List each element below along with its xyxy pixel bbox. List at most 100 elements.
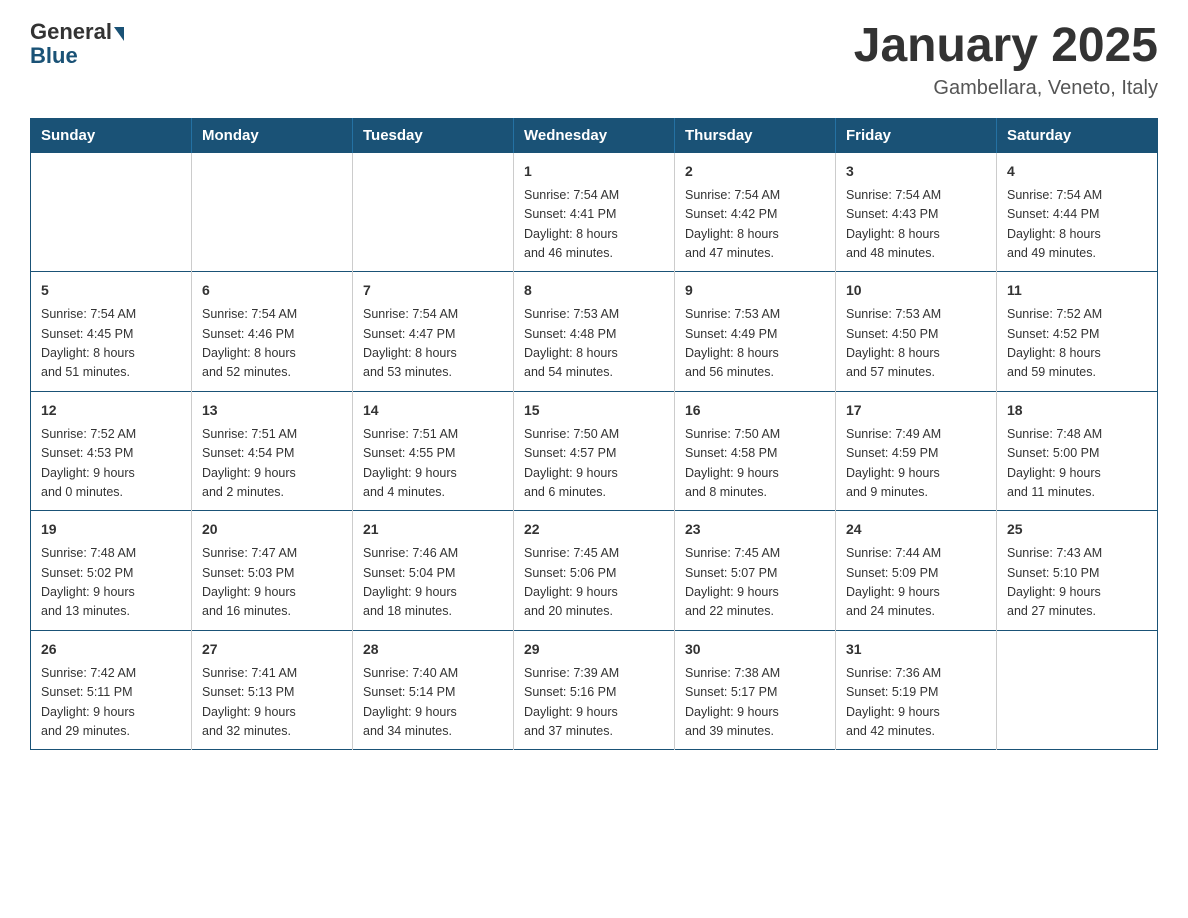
day-info: Sunrise: 7:54 AM Sunset: 4:43 PM Dayligh… xyxy=(846,186,986,264)
day-info: Sunrise: 7:53 AM Sunset: 4:48 PM Dayligh… xyxy=(524,305,664,383)
calendar-cell: 19Sunrise: 7:48 AM Sunset: 5:02 PM Dayli… xyxy=(31,511,192,631)
main-title: January 2025 xyxy=(854,20,1158,73)
day-info: Sunrise: 7:53 AM Sunset: 4:50 PM Dayligh… xyxy=(846,305,986,383)
calendar-cell xyxy=(353,152,514,272)
day-number: 17 xyxy=(846,400,986,421)
header: General Blue January 2025 Gambellara, Ve… xyxy=(30,20,1158,100)
calendar-week-4: 19Sunrise: 7:48 AM Sunset: 5:02 PM Dayli… xyxy=(31,511,1158,631)
day-number: 21 xyxy=(363,519,503,540)
day-info: Sunrise: 7:46 AM Sunset: 5:04 PM Dayligh… xyxy=(363,544,503,622)
calendar-cell: 31Sunrise: 7:36 AM Sunset: 5:19 PM Dayli… xyxy=(836,630,997,750)
day-number: 9 xyxy=(685,280,825,301)
calendar-cell: 24Sunrise: 7:44 AM Sunset: 5:09 PM Dayli… xyxy=(836,511,997,631)
day-number: 18 xyxy=(1007,400,1147,421)
logo-general-text: General xyxy=(30,20,112,44)
day-number: 26 xyxy=(41,639,181,660)
calendar-cell: 3 Sunrise: 7:54 AM Sunset: 4:43 PM Daylig… xyxy=(836,152,997,272)
day-number: 2 xyxy=(685,161,825,182)
calendar-header-tuesday: Tuesday xyxy=(353,118,514,152)
calendar-week-5: 26 Sunrise: 7:42 AM Sunset: 5:11 PM Dayli… xyxy=(31,630,1158,750)
calendar-cell: 26 Sunrise: 7:42 AM Sunset: 5:11 PM Dayli… xyxy=(31,630,192,750)
logo: General Blue xyxy=(30,20,126,68)
calendar-cell: 16 Sunrise: 7:50 AM Sunset: 4:58 PM Dayli… xyxy=(675,391,836,511)
calendar-header-sunday: Sunday xyxy=(31,118,192,152)
day-number: 10 xyxy=(846,280,986,301)
calendar-body: 1 Sunrise: 7:54 AM Sunset: 4:41 PM Daylig… xyxy=(31,152,1158,750)
day-info: Sunrise: 7:51 AM Sunset: 4:55 PM Dayligh… xyxy=(363,425,503,503)
day-number: 23 xyxy=(685,519,825,540)
calendar-cell: 27 Sunrise: 7:41 AM Sunset: 5:13 PM Dayli… xyxy=(192,630,353,750)
day-info: Sunrise: 7:40 AM Sunset: 5:14 PM Dayligh… xyxy=(363,664,503,742)
calendar-cell: 1 Sunrise: 7:54 AM Sunset: 4:41 PM Daylig… xyxy=(514,152,675,272)
calendar-cell: 22Sunrise: 7:45 AM Sunset: 5:06 PM Dayli… xyxy=(514,511,675,631)
subtitle: Gambellara, Veneto, Italy xyxy=(854,77,1158,100)
day-number: 12 xyxy=(41,400,181,421)
day-info: Sunrise: 7:54 AM Sunset: 4:44 PM Dayligh… xyxy=(1007,186,1147,264)
day-number: 6 xyxy=(202,280,342,301)
day-number: 19 xyxy=(41,519,181,540)
calendar-cell: 28 Sunrise: 7:40 AM Sunset: 5:14 PM Dayli… xyxy=(353,630,514,750)
day-number: 7 xyxy=(363,280,503,301)
day-number: 8 xyxy=(524,280,664,301)
calendar-cell: 9 Sunrise: 7:53 AM Sunset: 4:49 PM Daylig… xyxy=(675,272,836,392)
calendar-cell: 4 Sunrise: 7:54 AM Sunset: 4:44 PM Daylig… xyxy=(997,152,1158,272)
logo-arrow-icon xyxy=(114,27,124,41)
calendar-cell: 15Sunrise: 7:50 AM Sunset: 4:57 PM Dayli… xyxy=(514,391,675,511)
day-number: 25 xyxy=(1007,519,1147,540)
calendar-cell: 21 Sunrise: 7:46 AM Sunset: 5:04 PM Dayli… xyxy=(353,511,514,631)
day-info: Sunrise: 7:49 AM Sunset: 4:59 PM Dayligh… xyxy=(846,425,986,503)
day-info: Sunrise: 7:53 AM Sunset: 4:49 PM Dayligh… xyxy=(685,305,825,383)
day-info: Sunrise: 7:42 AM Sunset: 5:11 PM Dayligh… xyxy=(41,664,181,742)
day-info: Sunrise: 7:52 AM Sunset: 4:53 PM Dayligh… xyxy=(41,425,181,503)
day-info: Sunrise: 7:45 AM Sunset: 5:07 PM Dayligh… xyxy=(685,544,825,622)
calendar-header-friday: Friday xyxy=(836,118,997,152)
calendar-cell: 29Sunrise: 7:39 AM Sunset: 5:16 PM Dayli… xyxy=(514,630,675,750)
calendar-cell: 10 Sunrise: 7:53 AM Sunset: 4:50 PM Dayli… xyxy=(836,272,997,392)
day-info: Sunrise: 7:43 AM Sunset: 5:10 PM Dayligh… xyxy=(1007,544,1147,622)
title-block: January 2025 Gambellara, Veneto, Italy xyxy=(854,20,1158,100)
day-number: 31 xyxy=(846,639,986,660)
day-info: Sunrise: 7:48 AM Sunset: 5:00 PM Dayligh… xyxy=(1007,425,1147,503)
calendar-week-1: 1 Sunrise: 7:54 AM Sunset: 4:41 PM Daylig… xyxy=(31,152,1158,272)
day-number: 13 xyxy=(202,400,342,421)
calendar-cell: 7 Sunrise: 7:54 AM Sunset: 4:47 PM Daylig… xyxy=(353,272,514,392)
day-number: 15 xyxy=(524,400,664,421)
calendar-cell: 6 Sunrise: 7:54 AM Sunset: 4:46 PM Daylig… xyxy=(192,272,353,392)
calendar-week-3: 12 Sunrise: 7:52 AM Sunset: 4:53 PM Dayli… xyxy=(31,391,1158,511)
day-number: 1 xyxy=(524,161,664,182)
day-number: 16 xyxy=(685,400,825,421)
day-info: Sunrise: 7:54 AM Sunset: 4:41 PM Dayligh… xyxy=(524,186,664,264)
calendar-header-saturday: Saturday xyxy=(997,118,1158,152)
day-info: Sunrise: 7:41 AM Sunset: 5:13 PM Dayligh… xyxy=(202,664,342,742)
calendar-header-wednesday: Wednesday xyxy=(514,118,675,152)
day-info: Sunrise: 7:54 AM Sunset: 4:46 PM Dayligh… xyxy=(202,305,342,383)
calendar-cell: 14Sunrise: 7:51 AM Sunset: 4:55 PM Dayli… xyxy=(353,391,514,511)
day-number: 20 xyxy=(202,519,342,540)
calendar-cell: 20Sunrise: 7:47 AM Sunset: 5:03 PM Dayli… xyxy=(192,511,353,631)
day-info: Sunrise: 7:50 AM Sunset: 4:58 PM Dayligh… xyxy=(685,425,825,503)
calendar-cell: 11Sunrise: 7:52 AM Sunset: 4:52 PM Dayli… xyxy=(997,272,1158,392)
logo-blue-text: Blue xyxy=(30,44,126,68)
day-info: Sunrise: 7:54 AM Sunset: 4:47 PM Dayligh… xyxy=(363,305,503,383)
calendar-cell: 25 Sunrise: 7:43 AM Sunset: 5:10 PM Dayli… xyxy=(997,511,1158,631)
calendar-cell: 8 Sunrise: 7:53 AM Sunset: 4:48 PM Daylig… xyxy=(514,272,675,392)
calendar-cell xyxy=(997,630,1158,750)
calendar-cell xyxy=(31,152,192,272)
day-info: Sunrise: 7:44 AM Sunset: 5:09 PM Dayligh… xyxy=(846,544,986,622)
calendar-table: SundayMondayTuesdayWednesdayThursdayFrid… xyxy=(30,118,1158,751)
day-number: 4 xyxy=(1007,161,1147,182)
day-info: Sunrise: 7:52 AM Sunset: 4:52 PM Dayligh… xyxy=(1007,305,1147,383)
day-number: 27 xyxy=(202,639,342,660)
calendar-header: SundayMondayTuesdayWednesdayThursdayFrid… xyxy=(31,118,1158,152)
day-number: 5 xyxy=(41,280,181,301)
day-number: 3 xyxy=(846,161,986,182)
day-info: Sunrise: 7:54 AM Sunset: 4:42 PM Dayligh… xyxy=(685,186,825,264)
calendar-cell: 13 Sunrise: 7:51 AM Sunset: 4:54 PM Dayli… xyxy=(192,391,353,511)
calendar-cell: 30Sunrise: 7:38 AM Sunset: 5:17 PM Dayli… xyxy=(675,630,836,750)
calendar-cell: 23 Sunrise: 7:45 AM Sunset: 5:07 PM Dayli… xyxy=(675,511,836,631)
day-info: Sunrise: 7:45 AM Sunset: 5:06 PM Dayligh… xyxy=(524,544,664,622)
day-number: 28 xyxy=(363,639,503,660)
day-info: Sunrise: 7:51 AM Sunset: 4:54 PM Dayligh… xyxy=(202,425,342,503)
calendar-week-2: 5Sunrise: 7:54 AM Sunset: 4:45 PM Daylig… xyxy=(31,272,1158,392)
day-info: Sunrise: 7:39 AM Sunset: 5:16 PM Dayligh… xyxy=(524,664,664,742)
